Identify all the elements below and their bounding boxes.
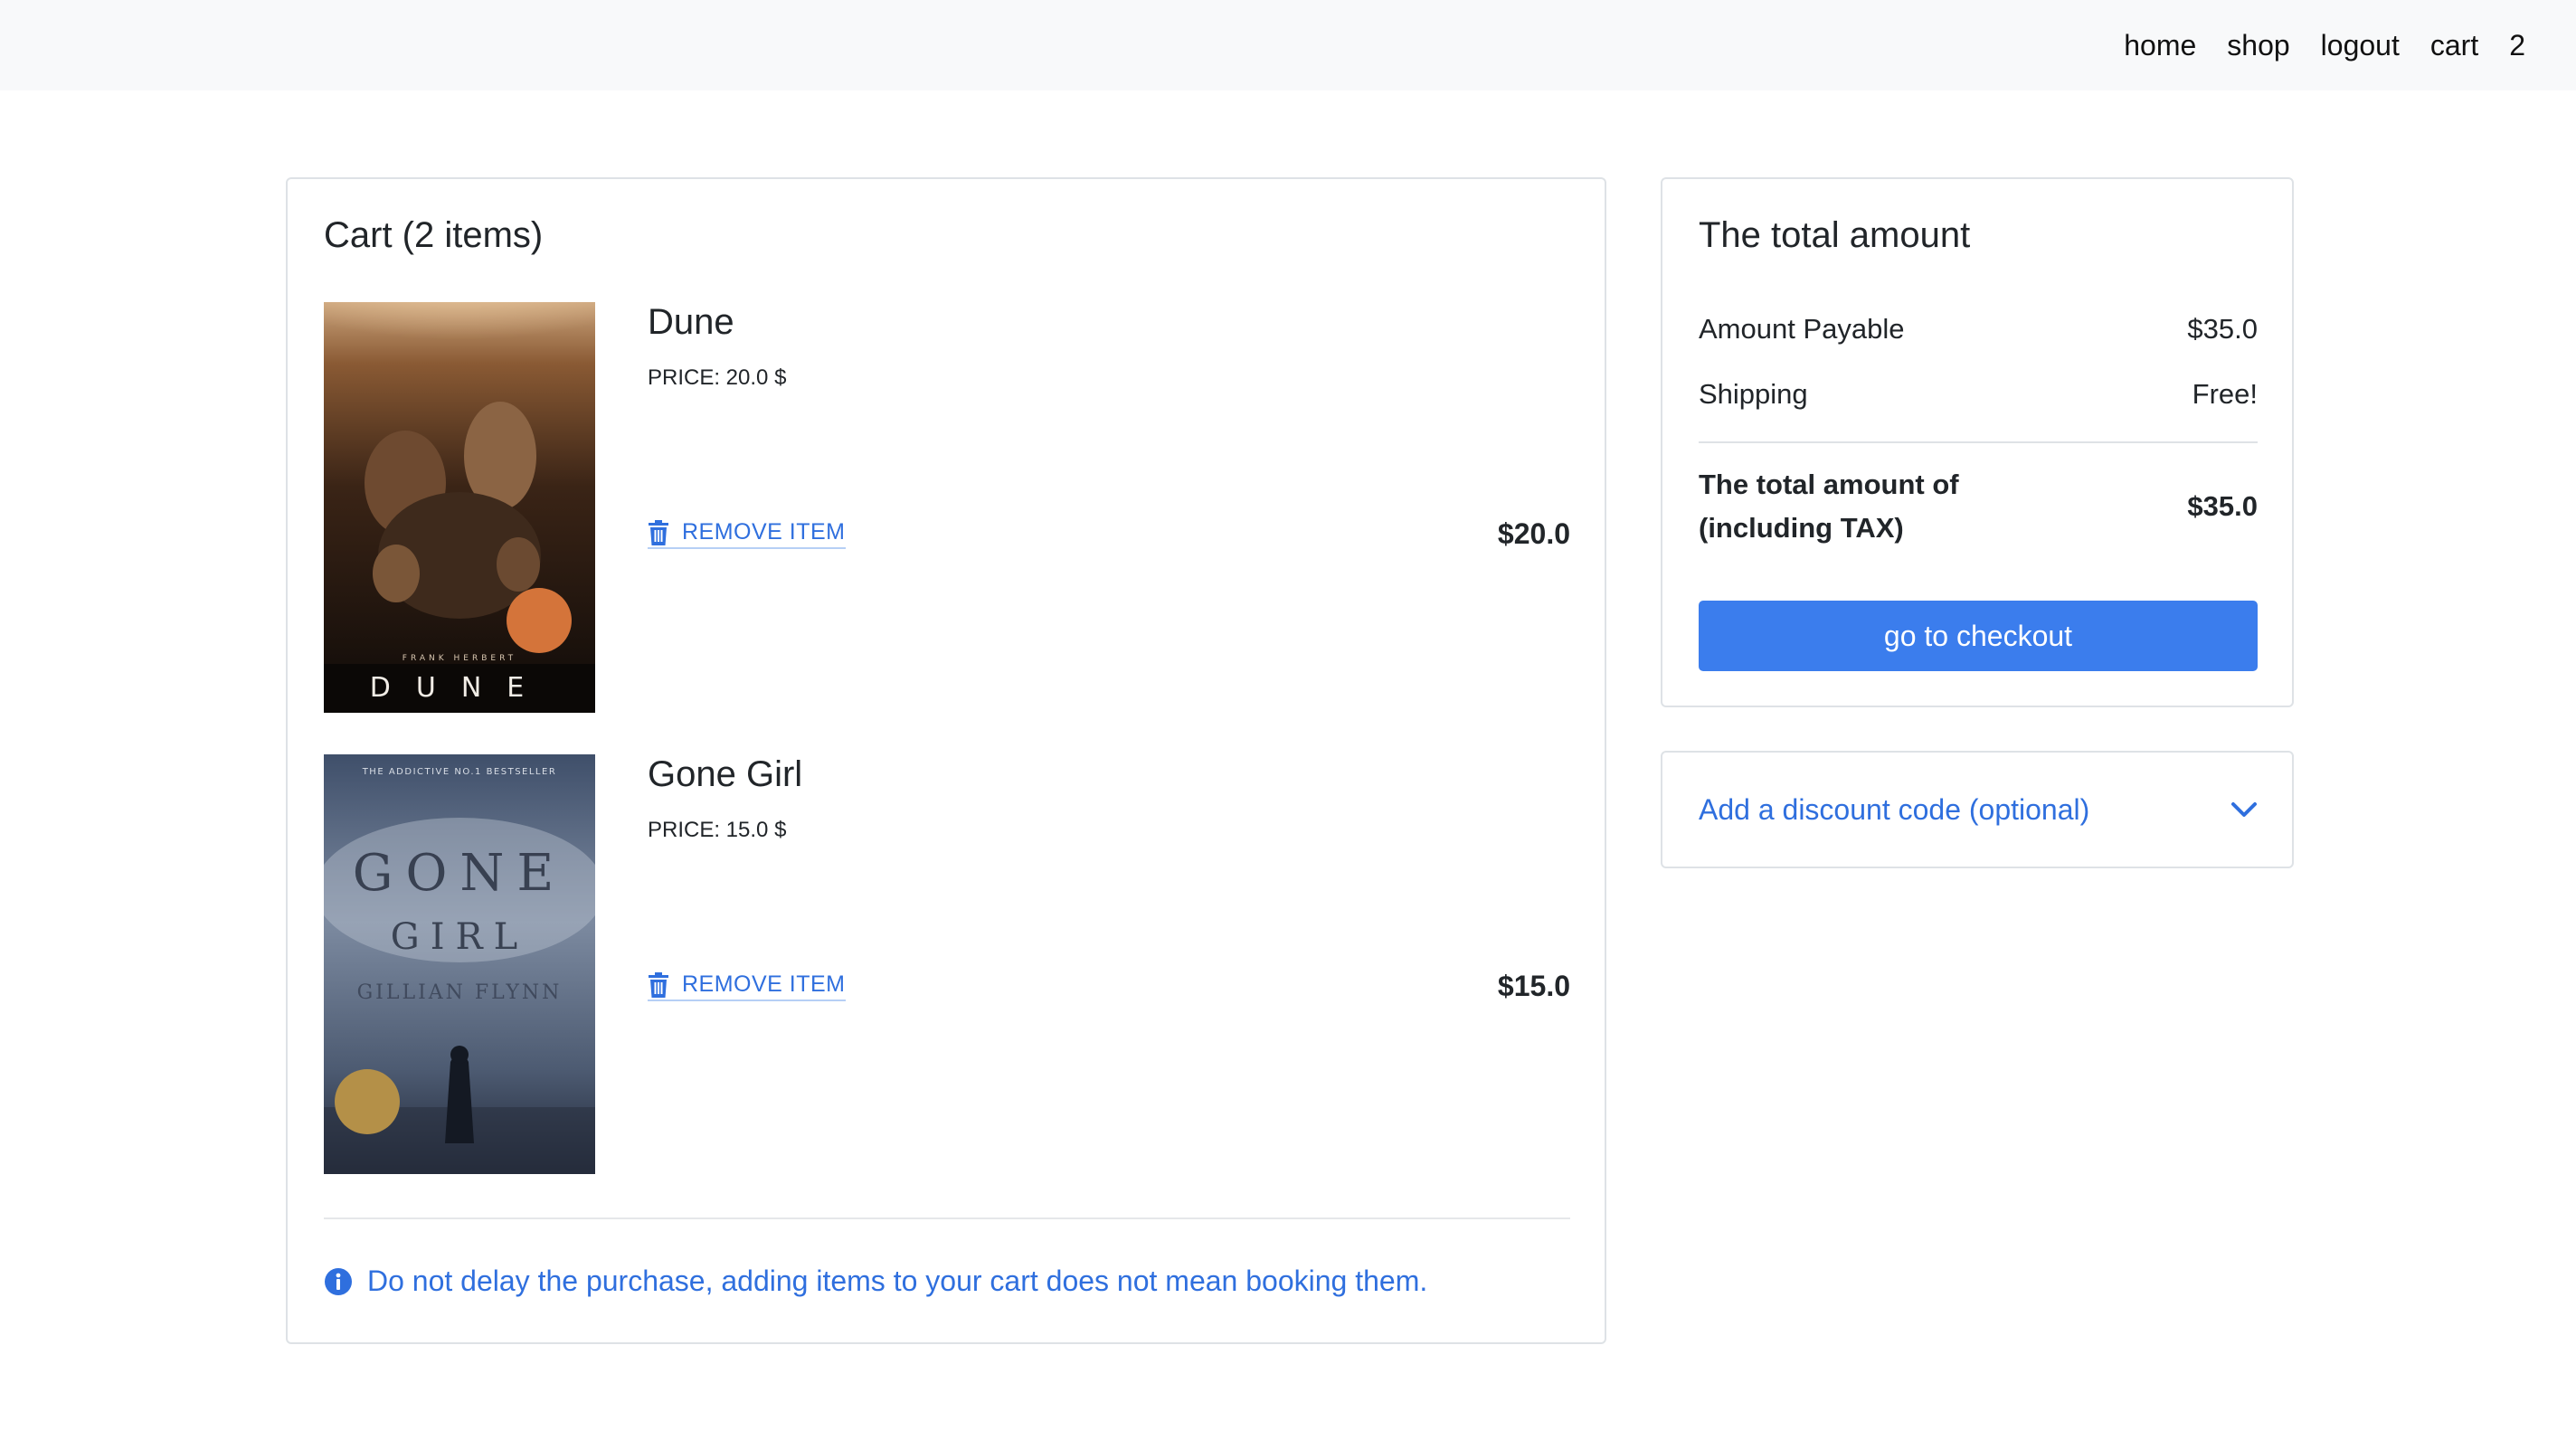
remove-item-label: REMOVE ITEM bbox=[682, 971, 846, 997]
svg-text:THE ADDICTIVE NO.1 BESTSELLER: THE ADDICTIVE NO.1 BESTSELLER bbox=[362, 767, 557, 777]
purchase-notice-text: Do not delay the purchase, adding items … bbox=[367, 1265, 1428, 1297]
item-name: Gone Girl bbox=[648, 754, 803, 794]
discount-toggle[interactable]: Add a discount code (optional) bbox=[1699, 753, 2258, 867]
svg-text:GIRL: GIRL bbox=[391, 916, 528, 958]
svg-text:FRANK HERBERT: FRANK HERBERT bbox=[402, 654, 516, 663]
trash-icon bbox=[649, 971, 668, 998]
cart-item: FRANK HERBERT DUNE Dune PRICE: 20.0 $ RE… bbox=[324, 302, 1570, 713]
item-total: $15.0 bbox=[1497, 970, 1570, 1002]
discount-label: Add a discount code (optional) bbox=[1699, 792, 2090, 826]
total-row: The total amount of (including TAX) $35.… bbox=[1699, 463, 2258, 550]
item-total: $20.0 bbox=[1497, 517, 1570, 550]
remove-item-button[interactable]: REMOVE ITEM bbox=[648, 971, 846, 1001]
info-icon bbox=[325, 1267, 352, 1295]
shipping-row: Shipping Free! bbox=[1699, 378, 2258, 411]
trash-icon bbox=[649, 519, 668, 545]
nav-cart-link[interactable]: cart bbox=[2430, 29, 2478, 62]
cart-title: Cart (2 items) bbox=[324, 215, 544, 255]
purchase-notice: Do not delay the purchase, adding items … bbox=[324, 1265, 1427, 1298]
item-name: Dune bbox=[648, 302, 734, 342]
svg-text:DUNE: DUNE bbox=[370, 672, 549, 704]
nav-logout-link[interactable]: logout bbox=[2321, 29, 2400, 62]
shipping-label: Shipping bbox=[1699, 378, 1808, 410]
amount-payable-label: Amount Payable bbox=[1699, 313, 1905, 345]
top-navbar: home shop logout cart 2 bbox=[0, 0, 2576, 90]
remove-item-button[interactable]: REMOVE ITEM bbox=[648, 519, 846, 549]
shipping-value: Free! bbox=[2192, 378, 2258, 410]
cart-divider bbox=[324, 1217, 1570, 1219]
item-price: PRICE: 15.0 $ bbox=[648, 818, 787, 842]
order-summary-card: The total amount Amount Payable $35.0 Sh… bbox=[1661, 177, 2294, 707]
checkout-button[interactable]: go to checkout bbox=[1699, 601, 2258, 671]
amount-payable-row: Amount Payable $35.0 bbox=[1699, 313, 2258, 346]
discount-card: Add a discount code (optional) bbox=[1661, 751, 2294, 868]
nav-shop-link[interactable]: shop bbox=[2227, 29, 2289, 62]
nav-cart-count[interactable]: 2 bbox=[2509, 29, 2525, 62]
remove-item-label: REMOVE ITEM bbox=[682, 519, 846, 545]
amount-payable-value: $35.0 bbox=[2187, 313, 2258, 345]
book-cover-image: THE ADDICTIVE NO.1 BESTSELLER GONE GIRL … bbox=[324, 754, 595, 1174]
chevron-down-icon bbox=[2231, 802, 2257, 817]
item-price: PRICE: 20.0 $ bbox=[648, 365, 787, 390]
cart-item: THE ADDICTIVE NO.1 BESTSELLER GONE GIRL … bbox=[324, 754, 1570, 1174]
svg-text:GONE: GONE bbox=[353, 844, 567, 903]
total-label: The total amount of (including TAX) bbox=[1699, 469, 1959, 544]
cart-card: Cart (2 items) FRANK HERBERT DUNE Dune P… bbox=[286, 177, 1606, 1344]
summary-divider bbox=[1699, 441, 2258, 443]
svg-text:GILLIAN FLYNN: GILLIAN FLYNN bbox=[357, 981, 563, 1004]
nav-home-link[interactable]: home bbox=[2124, 29, 2196, 62]
total-value: $35.0 bbox=[2187, 490, 2258, 522]
summary-title: The total amount bbox=[1699, 215, 1971, 255]
book-cover-image: FRANK HERBERT DUNE bbox=[324, 302, 595, 713]
